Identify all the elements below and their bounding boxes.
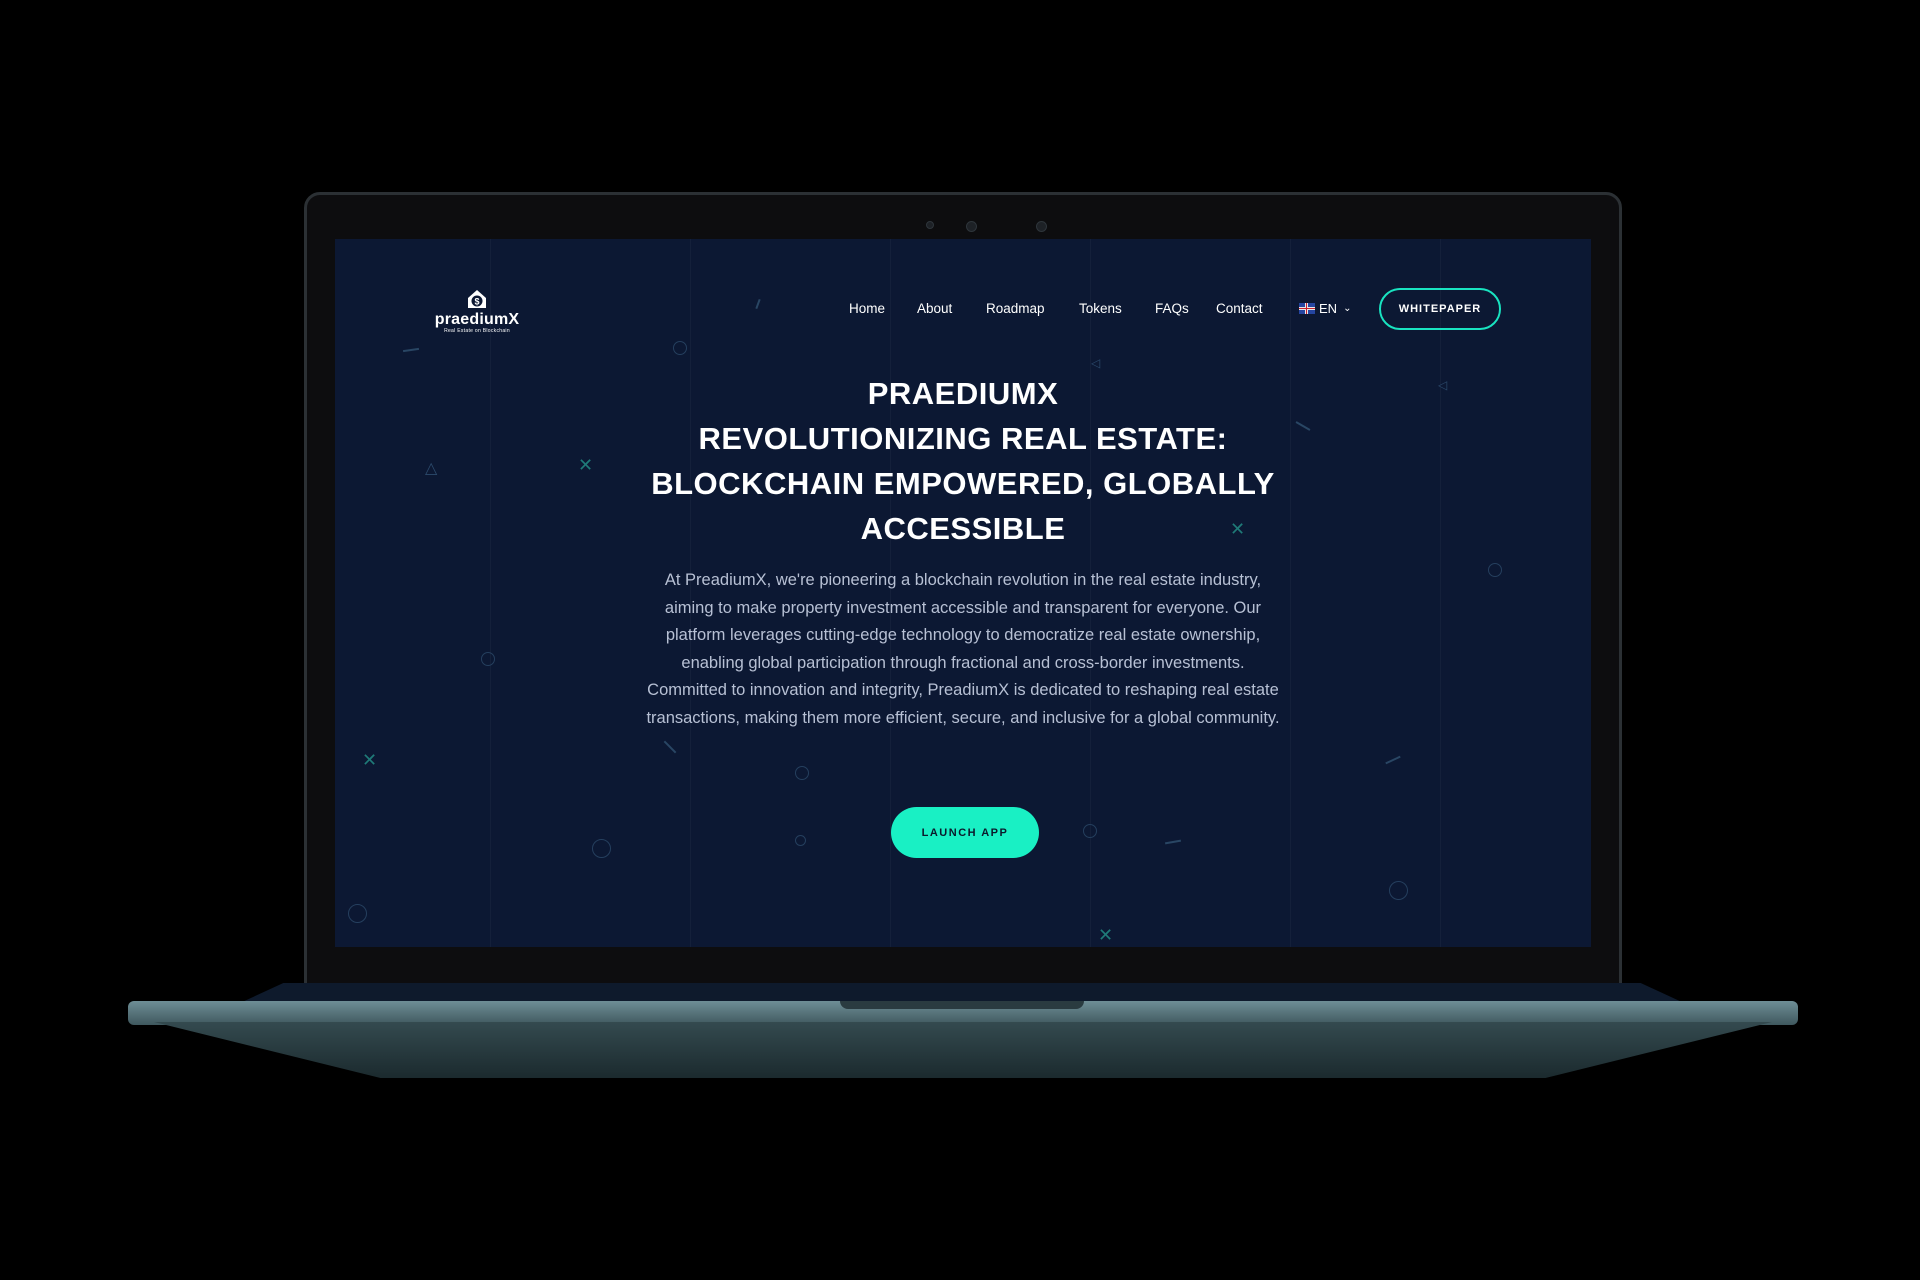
site-logo[interactable]: $ praediumX Real Estate on Blockchain (431, 287, 523, 339)
nav-roadmap[interactable]: Roadmap (986, 301, 1045, 316)
language-label: EN (1319, 301, 1338, 316)
nav-faqs[interactable]: FAQs (1155, 301, 1189, 316)
hero-title-line: PRAEDIUMX (867, 376, 1059, 411)
deco-dash (755, 298, 761, 310)
deco-dash (402, 347, 420, 353)
deco-dash (1385, 755, 1401, 765)
nav-about[interactable]: About (917, 301, 952, 316)
deco-cross-icon: ✕ (578, 455, 594, 475)
language-selector[interactable]: EN ⌄ (1299, 301, 1351, 316)
deco-circle-icon (795, 766, 809, 780)
deco-dash (1295, 421, 1311, 431)
deco-circle-icon (795, 835, 806, 846)
deco-triangle-icon: ◁ (1438, 378, 1448, 392)
light-sensor (1036, 221, 1047, 232)
nav-home[interactable]: Home (849, 301, 885, 316)
uk-flag-icon (1299, 303, 1315, 314)
grid-line (490, 239, 491, 947)
sensor-dot (926, 221, 934, 229)
nav-contact[interactable]: Contact (1216, 301, 1263, 316)
deco-circle-icon (1083, 824, 1097, 838)
website-screen: ✕ △ ✕ ✕ ✕ ◁ ◁ $ praediumX Real Estate on… (335, 239, 1591, 947)
launch-app-button[interactable]: LAUNCH APP (891, 807, 1039, 858)
deco-circle-icon (481, 652, 495, 666)
house-dollar-icon: $ (464, 287, 490, 311)
grid-line (1440, 239, 1441, 947)
whitepaper-button[interactable]: WHITEPAPER (1379, 288, 1501, 330)
logo-wordmark: praediumX (434, 311, 520, 328)
deco-cross-icon: ✕ (1098, 925, 1114, 945)
deco-triangle-icon: ◁ (1091, 356, 1101, 370)
deco-dash (663, 740, 677, 754)
deco-circle-icon (1389, 881, 1408, 900)
deco-circle-icon (1488, 563, 1502, 577)
camera-lens (966, 221, 977, 232)
logo-tagline: Real Estate on Blockchain (444, 328, 510, 334)
grid-line (1290, 239, 1291, 947)
hero-title-line: ACCESSIBLE (860, 511, 1066, 546)
hero-title: PRAEDIUMX REVOLUTIONIZING REAL ESTATE: B… (635, 371, 1291, 551)
camera-bar (307, 221, 1619, 233)
hero-title-line: BLOCKCHAIN EMPOWERED, GLOBALLY (651, 466, 1275, 501)
nav-tokens[interactable]: Tokens (1079, 301, 1122, 316)
deco-dash (1164, 839, 1182, 845)
laptop-hinge (240, 983, 1684, 1003)
chevron-down-icon: ⌄ (1343, 303, 1352, 314)
deco-circle-icon (348, 904, 367, 923)
deco-triangle-icon: △ (425, 460, 438, 477)
laptop-base-bottom (154, 1022, 1772, 1078)
deco-circle-icon (673, 341, 687, 355)
svg-text:$: $ (474, 297, 479, 307)
hero-title-line: REVOLUTIONIZING REAL ESTATE: (698, 421, 1228, 456)
hero-description: At PreadiumX, we're pioneering a blockch… (646, 571, 1280, 727)
deco-cross-icon: ✕ (362, 750, 378, 770)
deco-circle-icon (592, 839, 611, 858)
laptop-notch (840, 1001, 1084, 1009)
